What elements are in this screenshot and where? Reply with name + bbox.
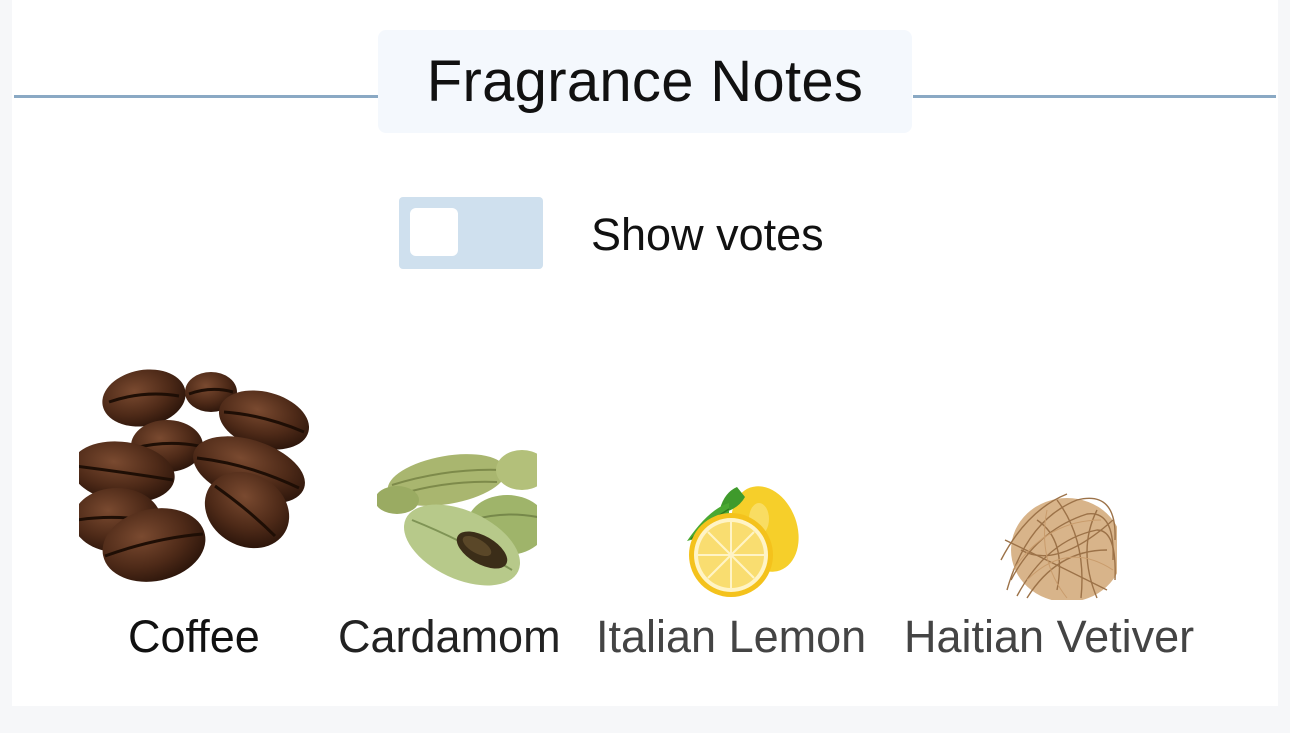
cardamom-pods-icon[interactable] xyxy=(377,440,537,600)
note-label-italian-lemon[interactable]: Italian Lemon xyxy=(596,610,866,664)
section-header: Fragrance Notes xyxy=(378,30,912,133)
show-votes-toggle[interactable] xyxy=(399,197,543,269)
coffee-beans-icon[interactable] xyxy=(79,360,319,600)
note-label-cardamom[interactable]: Cardamom xyxy=(338,610,561,664)
note-label-haitian-vetiver[interactable]: Haitian Vetiver xyxy=(904,610,1194,664)
title-divider-left xyxy=(14,95,378,98)
section-title: Fragrance Notes xyxy=(426,49,864,114)
vetiver-roots-icon[interactable] xyxy=(997,480,1117,600)
show-votes-label[interactable]: Show votes xyxy=(591,208,824,262)
toggle-knob[interactable] xyxy=(410,208,458,256)
note-label-coffee[interactable]: Coffee xyxy=(128,610,260,664)
title-divider-right xyxy=(913,95,1276,98)
lemon-icon[interactable] xyxy=(679,479,799,599)
